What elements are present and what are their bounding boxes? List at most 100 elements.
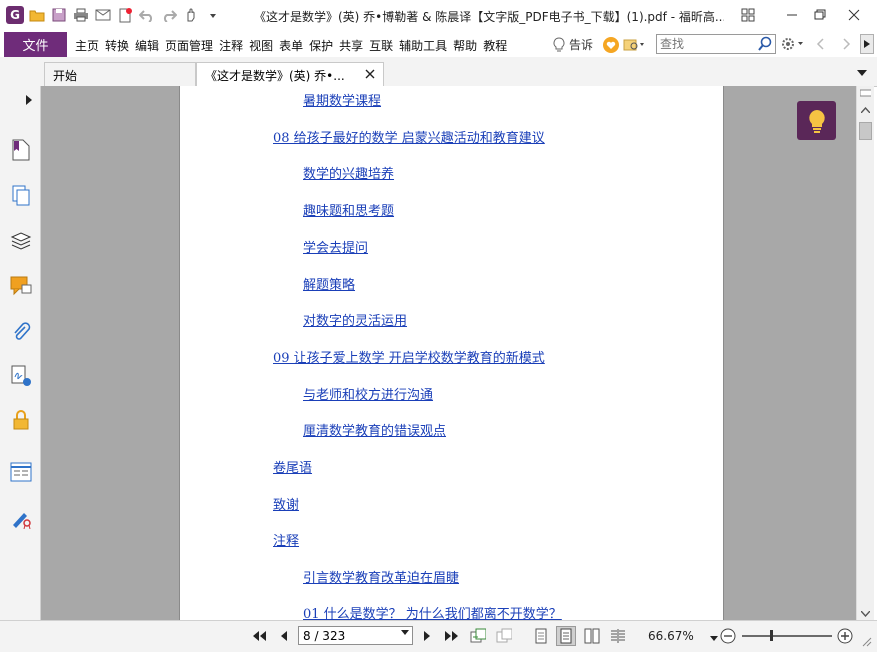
tab-protect[interactable]: 保护 — [306, 37, 336, 54]
undo-icon[interactable] — [138, 6, 156, 24]
toc-link[interactable]: 解题策略 — [303, 274, 355, 293]
toc-link[interactable]: 09 让孩子爱上数学 开启学校数学教育的新模式 — [273, 347, 545, 366]
file-menu-button[interactable]: 文件 — [4, 32, 67, 57]
toc-link[interactable]: 致谢 — [273, 494, 299, 513]
scroll-thumb[interactable] — [859, 122, 872, 140]
print-icon[interactable] — [72, 6, 90, 24]
zoom-out-icon[interactable] — [720, 628, 736, 644]
tab-convert[interactable]: 转换 — [102, 37, 132, 54]
next-view-icon[interactable] — [496, 628, 512, 644]
tips-button[interactable] — [797, 101, 836, 140]
close-window-button[interactable] — [842, 6, 866, 24]
toc-link[interactable]: 注释 — [273, 530, 299, 549]
heart-icon[interactable] — [602, 36, 620, 53]
continuous-facing-view-icon[interactable] — [610, 628, 626, 644]
tab-home[interactable]: 主页 — [72, 37, 102, 54]
ribbon-scroll-left-icon[interactable] — [815, 37, 825, 54]
ribbon-display-icon[interactable] — [736, 6, 760, 24]
tell-me[interactable]: 告诉 — [552, 36, 645, 53]
search-input[interactable] — [660, 36, 756, 52]
save-icon[interactable] — [50, 6, 68, 24]
layers-icon[interactable] — [9, 230, 33, 254]
tab-start-label: 开始 — [53, 69, 78, 83]
hand-tool-icon[interactable] — [182, 6, 200, 24]
expand-panel-icon[interactable] — [26, 94, 32, 108]
page-dropdown-icon[interactable] — [401, 630, 409, 636]
tab-edit[interactable]: 编辑 — [132, 37, 162, 54]
toc-link[interactable]: 08 给孩子最好的数学 启蒙兴趣活动和教育建议 — [273, 127, 545, 146]
signature-icon[interactable] — [9, 364, 33, 388]
gear-icon[interactable] — [781, 36, 805, 55]
zoom-in-icon[interactable] — [837, 628, 853, 644]
first-page-icon[interactable] — [251, 628, 267, 644]
customize-icon[interactable] — [204, 6, 222, 24]
restore-button[interactable] — [808, 6, 832, 24]
resize-grip-icon[interactable] — [859, 634, 873, 648]
toc-link[interactable]: 01 什么是数学？ 为什么我们都离不开数学？ — [303, 603, 562, 620]
tell-me-label: 告诉 — [569, 38, 594, 52]
document-tab-bar: 开始 《这才是数学》(英) 乔•... — [0, 57, 877, 87]
next-page-icon[interactable] — [419, 628, 435, 644]
tab-help[interactable]: 帮助 — [450, 37, 480, 54]
find-options-icon[interactable] — [623, 37, 645, 53]
minimize-button[interactable] — [780, 6, 804, 24]
previous-view-icon[interactable] — [470, 628, 486, 644]
toc-link[interactable]: 学会去提问 — [303, 237, 368, 256]
close-tab-icon[interactable] — [365, 68, 375, 82]
single-page-view-icon[interactable] — [533, 628, 549, 644]
tab-form[interactable]: 表单 — [276, 37, 306, 54]
zoom-level[interactable]: 66.67% — [648, 629, 694, 643]
toc-link[interactable]: 卷尾语 — [273, 457, 312, 476]
page-indicator: 8 / 323 — [303, 629, 346, 643]
scroll-up-icon[interactable] — [860, 104, 871, 115]
tab-tutorial[interactable]: 教程 — [480, 37, 510, 54]
scroll-split-icon[interactable] — [860, 87, 871, 98]
pages-thumbnail-icon[interactable] — [9, 184, 33, 208]
title-bar: G 《这才是数学》(英) 乔•博勒著 & 陈晨译【文字版_PDF电子书_下载】(… — [0, 0, 877, 33]
toc-link[interactable]: 趣味题和思考题 — [303, 200, 394, 219]
tab-list-dropdown-icon[interactable] — [856, 66, 868, 80]
document-canvas[interactable]: 暑期数学课程 08 给孩子最好的数学 启蒙兴趣活动和教育建议 数学的兴趣培养 趣… — [41, 86, 856, 620]
zoom-slider-thumb[interactable] — [770, 630, 773, 641]
vertical-scrollbar[interactable] — [856, 86, 874, 620]
page-number-field[interactable]: 8 / 323 — [298, 626, 413, 645]
continuous-view-icon[interactable] — [556, 626, 576, 646]
open-icon[interactable] — [28, 6, 46, 24]
toc-link[interactable]: 对数字的灵活运用 — [303, 310, 407, 329]
toc-link[interactable]: 厘清数学教育的错误观点 — [303, 420, 446, 439]
tab-connect[interactable]: 互联 — [366, 37, 396, 54]
scroll-down-icon[interactable] — [860, 608, 871, 619]
toc-link[interactable]: 引言数学教育改革迫在眉睫 — [303, 567, 459, 586]
facing-view-icon[interactable] — [584, 628, 600, 644]
toc-link[interactable]: 与老师和校方进行沟通 — [303, 384, 433, 403]
toc-link[interactable]: 暑期数学课程 — [303, 90, 381, 109]
toc-link[interactable]: 数学的兴趣培养 — [303, 163, 394, 182]
lightbulb-icon — [553, 36, 565, 51]
redo-icon[interactable] — [160, 6, 178, 24]
tab-view[interactable]: 视图 — [246, 37, 276, 54]
quick-access-toolbar: G — [6, 6, 222, 24]
tab-start[interactable]: 开始 — [44, 62, 196, 86]
email-icon[interactable] — [94, 6, 112, 24]
ribbon-expand-button[interactable] — [860, 34, 874, 54]
new-icon[interactable] — [116, 6, 134, 24]
search-icon[interactable] — [757, 36, 773, 52]
bookmark-page-icon[interactable] — [9, 138, 33, 162]
security-lock-icon[interactable] — [9, 408, 33, 432]
previous-page-icon[interactable] — [276, 628, 292, 644]
tab-share[interactable]: 共享 — [336, 37, 366, 54]
zoom-slider-track[interactable] — [742, 635, 832, 637]
certify-pen-icon[interactable] — [9, 506, 33, 530]
comments-icon[interactable] — [9, 274, 33, 298]
last-page-icon[interactable] — [444, 628, 460, 644]
search-field[interactable] — [656, 34, 776, 54]
tab-organize[interactable]: 页面管理 — [162, 37, 216, 54]
app-logo-icon[interactable]: G — [6, 6, 24, 24]
ribbon-tab-list: 主页 转换 编辑 页面管理 注释 视图 表单 保护 共享 互联 辅助工具 帮助 … — [72, 37, 510, 54]
tab-document[interactable]: 《这才是数学》(英) 乔•... — [196, 62, 384, 87]
tab-comment[interactable]: 注释 — [216, 37, 246, 54]
ribbon-scroll-right-icon[interactable] — [842, 37, 852, 54]
tab-accessibility[interactable]: 辅助工具 — [396, 37, 450, 54]
attachment-icon[interactable] — [9, 320, 33, 344]
form-fields-icon[interactable] — [9, 460, 33, 484]
